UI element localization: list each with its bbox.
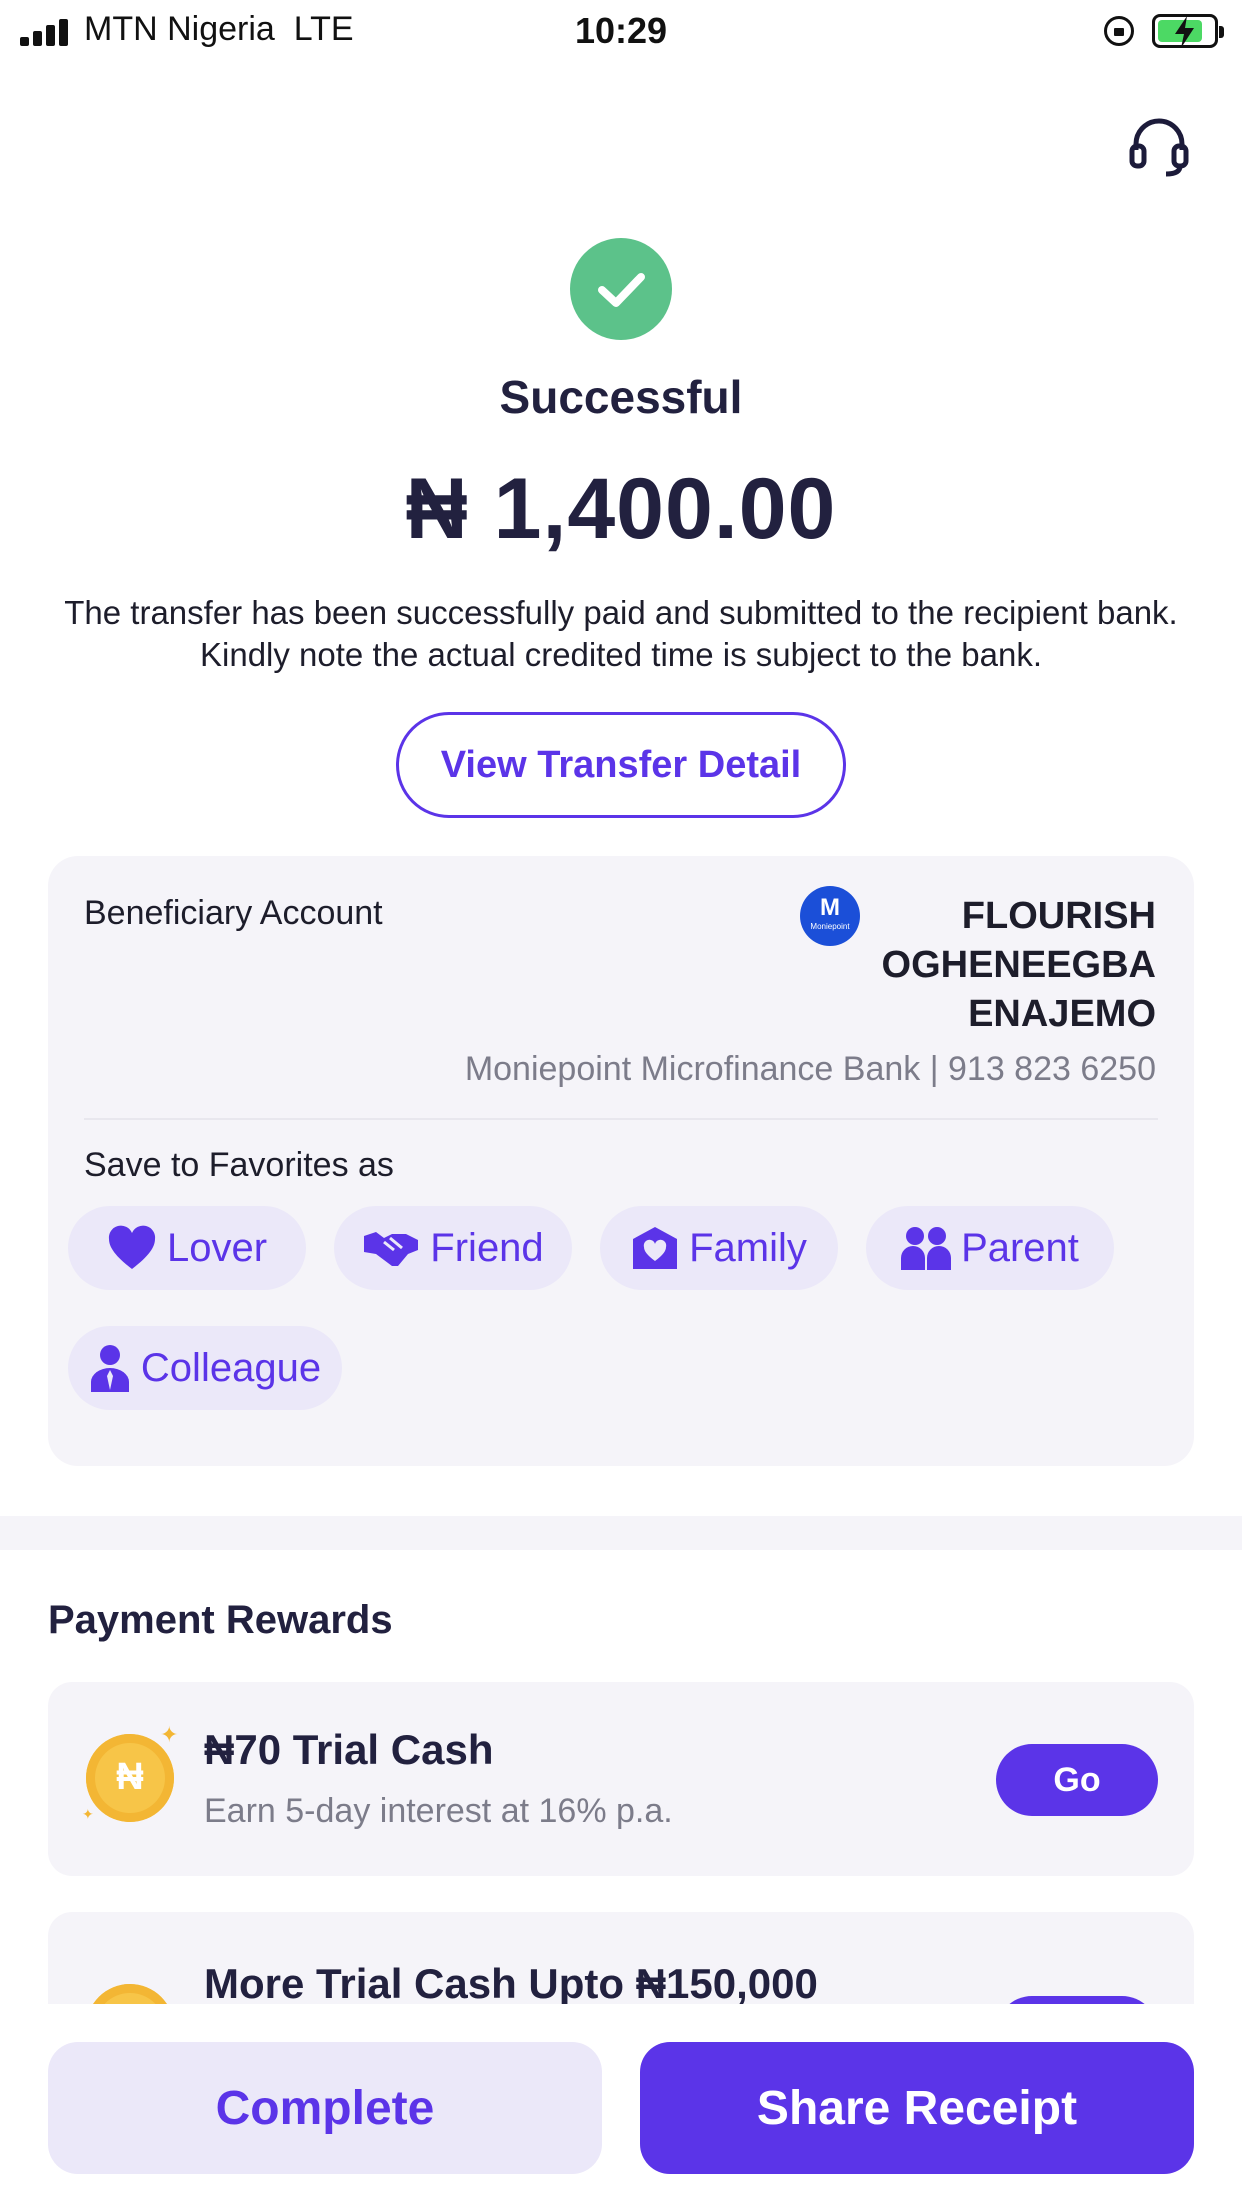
person-tie-icon <box>90 1345 129 1392</box>
beneficiary-name-line: FLOURISH <box>961 895 1156 937</box>
status-bar: MTN Nigeria LTE 10:29 <box>0 0 1242 64</box>
favorite-chip-colleague[interactable]: Colleague <box>68 1326 342 1410</box>
bank-logo-text: Moniepoint <box>810 922 850 931</box>
bank-logo: M Moniepoint <box>800 886 860 946</box>
status-description: The transfer has been successfully paid … <box>64 594 1178 673</box>
chip-label: Friend <box>430 1225 544 1270</box>
customer-support-icon[interactable] <box>1126 114 1192 180</box>
favorite-chip-family[interactable]: Family <box>600 1206 838 1290</box>
beneficiary-card: Beneficiary Account M Moniepoint FLOURIS… <box>48 856 1194 1466</box>
section-separator <box>0 1516 1242 1550</box>
beneficiary-bank-account: Moniepoint Microfinance Bank | 913 823 6… <box>464 1050 1156 1088</box>
home-heart-icon <box>633 1227 678 1269</box>
complete-button[interactable]: Complete <box>48 2042 602 2174</box>
divider <box>84 1118 1158 1120</box>
favorite-chip-parent[interactable]: Parent <box>866 1206 1114 1290</box>
sparkle-icon: ✦ <box>82 1806 94 1822</box>
transfer-amount: ₦ 1,400.00 <box>405 461 837 557</box>
reward-title: More Trial Cash Upto ₦150,000 <box>204 1960 818 2007</box>
view-transfer-detail-button[interactable]: View Transfer Detail <box>396 712 846 818</box>
beneficiary-label: Beneficiary Account <box>84 894 383 932</box>
success-check-icon <box>570 238 672 340</box>
reward-title: ₦70 Trial Cash <box>204 1726 494 1773</box>
reward-go-button[interactable]: Go <box>996 1744 1158 1816</box>
share-receipt-button[interactable]: Share Receipt <box>640 2042 1194 2174</box>
chip-label: Parent <box>961 1225 1079 1270</box>
clock: 10:29 <box>574 10 668 51</box>
favorite-chip-lover[interactable]: Lover <box>68 1206 306 1290</box>
chip-label: Family <box>689 1225 807 1270</box>
chip-label: Colleague <box>140 1345 322 1390</box>
reward-subtitle: Earn 5-day interest at 16% p.a. <box>204 1792 673 1830</box>
heart-icon <box>108 1225 156 1269</box>
beneficiary-name-line: OGHENEEGBA <box>881 944 1156 986</box>
status-title: Successful <box>499 371 743 423</box>
sparkle-icon: ✦ <box>160 1722 179 1747</box>
favorites-label: Save to Favorites as <box>84 1146 394 1184</box>
bank-logo-letter: M <box>820 894 840 921</box>
favorite-chip-friend[interactable]: Friend <box>334 1206 572 1290</box>
people-icon <box>901 1227 952 1270</box>
beneficiary-name: FLOURISH OGHENEEGBA ENAJEMO <box>856 892 1156 1039</box>
payment-rewards-heading: Payment Rewards <box>48 1598 393 1642</box>
battery-icon <box>1152 14 1224 48</box>
chip-label: Lover <box>166 1225 268 1270</box>
rotation-lock-icon <box>1104 16 1134 46</box>
beneficiary-name-line: ENAJEMO <box>968 993 1156 1035</box>
handshake-icon <box>364 1232 419 1266</box>
reward-card: ₦ ✦ ✦ ₦70 Trial Cash Earn 5-day interest… <box>48 1682 1194 1876</box>
bottom-action-bar: Complete Share Receipt <box>0 2004 1242 2208</box>
